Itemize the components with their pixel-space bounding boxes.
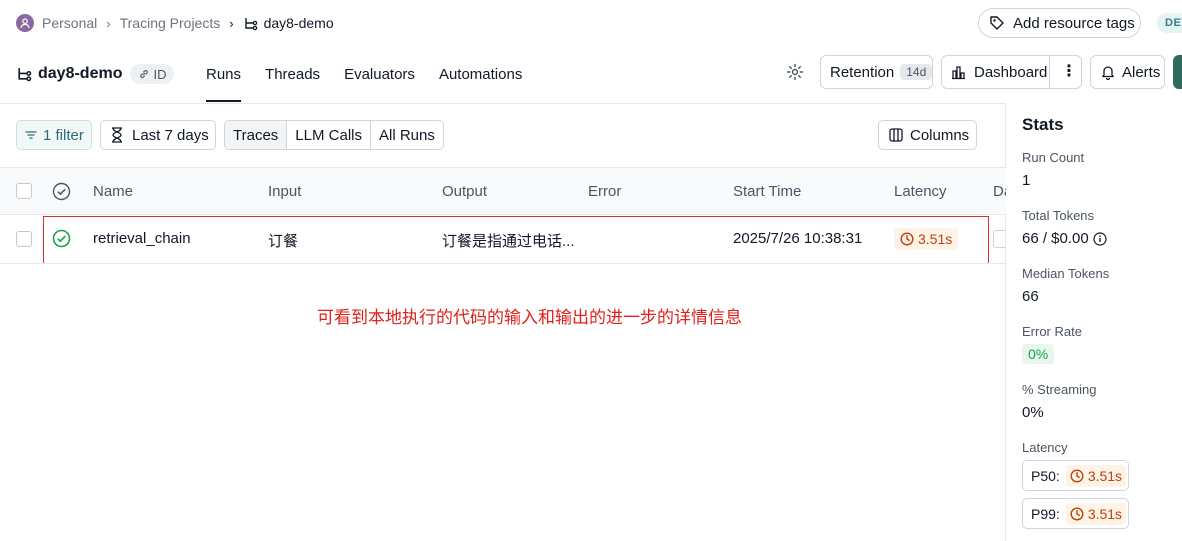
p99-label: P99: <box>1031 505 1060 522</box>
run-type-segmented-control: Traces LLM Calls All Runs <box>224 120 444 150</box>
latency-p99: P99: 3.51s <box>1022 498 1129 529</box>
p50-label: P50: <box>1031 467 1060 484</box>
tab-evaluators[interactable]: Evaluators <box>344 62 415 86</box>
retention-button[interactable]: Retention 14d <box>820 55 933 89</box>
status-column-icon <box>52 182 71 201</box>
dashboard-label: Dashboard <box>974 63 1048 81</box>
project-tabs: Runs Threads Evaluators Automations <box>206 62 546 102</box>
hourglass-icon <box>112 127 122 143</box>
project-header: day8-demo ID <box>16 62 175 86</box>
error-rate-value: 0% <box>1022 344 1055 364</box>
tab-automations[interactable]: Automations <box>439 62 522 86</box>
id-label: ID <box>153 66 167 82</box>
bar-chart-icon <box>952 65 965 79</box>
chevron-right-icon: › <box>106 15 111 31</box>
environment-badge: DEV <box>1157 13 1182 33</box>
column-header-error[interactable]: Error <box>588 183 621 200</box>
columns-label: Columns <box>910 126 970 144</box>
column-header-start-time[interactable]: Start Time <box>733 183 801 200</box>
annotation-text: 可看到本地执行的代码的输入和输出的进一步的详情信息 <box>317 308 742 328</box>
total-tokens-row: 66 / $0.00 <box>1022 230 1107 247</box>
segment-all-runs[interactable]: All Runs <box>371 121 443 149</box>
p99-chip: 3.51s <box>1065 502 1127 525</box>
stats-title: Stats <box>1022 115 1064 134</box>
project-tree-icon <box>18 68 32 82</box>
latency-label: Latency <box>1022 440 1068 455</box>
project-title: day8-demo <box>38 65 123 82</box>
filter-label: 1 filter <box>43 126 84 144</box>
tag-icon <box>990 16 1004 30</box>
column-header-input[interactable]: Input <box>268 183 301 200</box>
total-tokens-label: Total Tokens <box>1022 208 1095 223</box>
clock-icon <box>1070 468 1084 483</box>
column-header-output[interactable]: Output <box>442 183 487 200</box>
copy-id-button[interactable]: ID <box>130 64 175 84</box>
breadcrumb-tracing-projects[interactable]: Tracing Projects <box>120 15 221 31</box>
latency-p50: P50: 3.51s <box>1022 460 1129 491</box>
retention-value: 14d <box>900 64 933 80</box>
run-count-value: 1 <box>1022 172 1031 189</box>
row-checkbox[interactable] <box>16 231 32 247</box>
more-vertical-icon[interactable]: ⋮ <box>1061 64 1077 80</box>
filter-icon <box>25 131 37 139</box>
tab-threads[interactable]: Threads <box>265 62 320 86</box>
time-range-label: Last 7 days <box>132 126 209 144</box>
project-tree-icon <box>243 16 258 31</box>
bell-icon <box>1102 66 1114 80</box>
cell-next-chip <box>993 230 1006 248</box>
run-count-label: Run Count <box>1022 150 1085 165</box>
gear-icon[interactable] <box>786 63 804 81</box>
p50-value: 3.51s <box>1087 467 1123 484</box>
select-all-checkbox[interactable] <box>16 183 32 199</box>
column-header-next[interactable]: Da <box>993 183 1006 200</box>
column-header-name[interactable]: Name <box>93 183 133 200</box>
column-header-latency[interactable]: Latency <box>894 183 947 200</box>
add-resource-tags-button[interactable]: Add resource tags <box>978 8 1141 38</box>
total-tokens-value: 66 / $0.00 <box>1022 230 1089 247</box>
segment-llm-calls[interactable]: LLM Calls <box>287 121 371 149</box>
alerts-button[interactable]: Alerts <box>1090 55 1165 89</box>
breadcrumb-workspace[interactable]: Personal <box>42 15 97 31</box>
link-icon <box>140 70 149 78</box>
primary-action-button[interactable] <box>1173 55 1182 89</box>
streaming-label: % Streaming <box>1022 382 1097 397</box>
time-range-button[interactable]: Last 7 days <box>100 120 216 150</box>
p50-chip: 3.51s <box>1065 464 1127 487</box>
error-rate-label: Error Rate <box>1022 324 1082 339</box>
median-tokens-value: 66 <box>1022 288 1039 305</box>
alerts-label: Alerts <box>1122 63 1161 81</box>
highlight-box <box>43 216 989 264</box>
p99-value: 3.51s <box>1087 505 1123 522</box>
dashboard-button[interactable]: Dashboard ⋮ <box>941 55 1082 89</box>
runs-table-header: Name Input Output Error Start Time Laten… <box>0 167 1006 215</box>
breadcrumb-project[interactable]: day8-demo <box>264 15 334 31</box>
streaming-value: 0% <box>1022 404 1044 421</box>
segment-traces[interactable]: Traces <box>225 121 288 149</box>
breadcrumb: Personal › Tracing Projects › day8-demo <box>16 12 334 34</box>
clock-icon <box>1070 506 1084 521</box>
filter-button[interactable]: 1 filter <box>16 120 92 150</box>
retention-label: Retention <box>830 63 895 81</box>
user-avatar-icon <box>16 14 34 32</box>
add-resource-tags-label: Add resource tags <box>1013 14 1135 32</box>
columns-button[interactable]: Columns <box>878 120 977 150</box>
chevron-right-icon: › <box>229 15 234 31</box>
info-icon[interactable] <box>1093 231 1107 246</box>
columns-icon <box>889 128 903 142</box>
tab-runs[interactable]: Runs <box>206 62 242 102</box>
median-tokens-label: Median Tokens <box>1022 266 1110 281</box>
